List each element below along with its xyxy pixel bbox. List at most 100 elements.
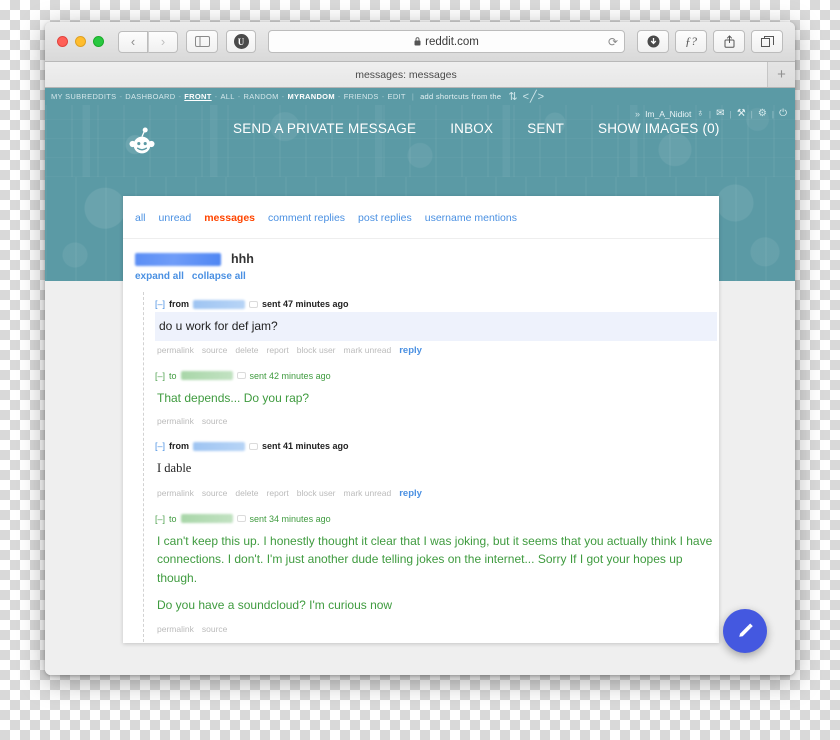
topnav-item-friends[interactable]: FRIENDS [344, 92, 379, 101]
reddit-top-nav: MY SUBREDDITS - DASHBOARD - FRONT - ALL … [45, 88, 795, 105]
action-delete[interactable]: delete [235, 488, 258, 499]
topnav-item-myrandom[interactable]: MYRANDOM [287, 92, 334, 101]
message-paragraph: do u work for def jam? [159, 319, 278, 333]
collapse-toggle[interactable]: [–] [155, 371, 165, 381]
message-paragraph: I can't keep this up. I honestly thought… [157, 533, 713, 585]
back-button[interactable]: ‹ [118, 30, 148, 53]
extension-button[interactable]: U [226, 30, 256, 53]
download-icon [647, 35, 659, 48]
minimize-window-button[interactable] [75, 36, 86, 47]
tab-overview-button[interactable] [751, 30, 783, 53]
url-label: reddit.com [425, 35, 479, 48]
topnav-pipe: | [411, 92, 415, 101]
topnav-sep: - [381, 92, 385, 101]
action-source[interactable]: source [202, 416, 228, 426]
forward-button[interactable]: › [148, 30, 178, 53]
action-mark-unread[interactable]: mark unread [344, 488, 392, 499]
action-source[interactable]: source [202, 624, 228, 634]
compose-message-fab[interactable] [723, 609, 767, 653]
message-body: I dable [155, 454, 719, 483]
address-bar[interactable]: reddit.com ⟳ [268, 30, 625, 53]
expand-all-link[interactable]: expand all [135, 271, 184, 282]
action-permalink[interactable]: permalink [157, 624, 194, 634]
message-item: [–] to sent 34 minutes ago I can't keep … [155, 507, 719, 642]
browser-tab[interactable]: messages: messages [45, 62, 767, 87]
url-text-group: reddit.com [414, 36, 479, 48]
reddit-snoo-logo-icon[interactable] [125, 127, 161, 155]
action-report[interactable]: report [267, 345, 289, 356]
topnav-item-random[interactable]: RANDOM [244, 92, 279, 101]
message-meta: [–] to sent 42 minutes ago [155, 367, 719, 384]
message-body: do u work for def jam? [155, 312, 717, 341]
topnav-sep: - [237, 92, 241, 101]
close-window-button[interactable] [57, 36, 68, 47]
action-reply[interactable]: reply [399, 345, 422, 356]
ublock-icon: U [233, 34, 249, 49]
action-permalink[interactable]: permalink [157, 488, 194, 499]
collapse-toggle[interactable]: [–] [155, 441, 165, 451]
topnav-item-edit[interactable]: EDIT [388, 92, 406, 101]
nav-sent[interactable]: SENT [527, 121, 564, 136]
reddit-main-nav: SEND A PRIVATE MESSAGE INBOX SENT SHOW I… [233, 121, 720, 136]
topnav-item-my-subreddits[interactable]: MY SUBREDDITS [51, 92, 116, 101]
action-reply[interactable]: reply [399, 488, 422, 499]
nav-send-private-message[interactable]: SEND A PRIVATE MESSAGE [233, 121, 416, 136]
nav-inbox[interactable]: INBOX [450, 121, 493, 136]
action-report[interactable]: report [267, 488, 289, 499]
message-item: [–] from sent 47 minutes ago do u work f… [155, 292, 719, 364]
share-button[interactable] [713, 30, 745, 53]
action-block-user[interactable]: block user [297, 488, 336, 499]
nav-buttons: ‹ › [118, 30, 178, 53]
topnav-item-dashboard[interactable]: DASHBOARD [125, 92, 175, 101]
tab-post-replies[interactable]: post replies [358, 212, 412, 224]
sidebar-toggle-button[interactable] [186, 30, 218, 53]
tab-unread[interactable]: unread [159, 212, 192, 224]
lock-icon [414, 37, 421, 46]
downloads-button[interactable] [637, 30, 669, 53]
tab-messages[interactable]: messages [204, 212, 255, 224]
collapse-toggle[interactable]: [–] [155, 514, 165, 524]
nav-show-images[interactable]: SHOW IMAGES (0) [598, 121, 720, 136]
message-meta: [–] from sent 41 minutes ago [155, 437, 719, 454]
username-label[interactable]: Im_A_Nidiot [645, 109, 691, 119]
thread-author-redacted [135, 252, 221, 266]
mail-icon[interactable]: ✉ [716, 108, 724, 119]
action-mark-unread[interactable]: mark unread [344, 345, 392, 356]
message-timestamp: sent 42 minutes ago [249, 370, 331, 381]
collapse-toggle[interactable]: [–] [155, 299, 165, 309]
zoom-window-button[interactable] [93, 36, 104, 47]
action-source[interactable]: source [202, 488, 228, 499]
tab-all[interactable]: all [135, 212, 146, 224]
message-list: [–] from sent 47 minutes ago do u work f… [143, 292, 719, 642]
user-badge-icon [236, 372, 246, 380]
userbar-divider: | [729, 108, 732, 119]
message-direction: from [169, 441, 190, 452]
traffic-lights [57, 36, 104, 47]
user-bar: » Im_A_Nidiot ♁ | ✉ | ⚒ | ⚙ | ⏻ [635, 108, 787, 119]
action-source[interactable]: source [202, 345, 228, 356]
reader-button[interactable]: ƒ? [675, 30, 707, 53]
collapse-all-link[interactable]: collapse all [192, 271, 246, 282]
tools-icon[interactable]: ⚒ [737, 108, 746, 119]
thread-subject: hhh [231, 252, 254, 266]
message-direction: from [169, 299, 190, 309]
message-meta: [–] to sent 34 minutes ago [155, 510, 719, 527]
action-delete[interactable]: delete [235, 345, 258, 356]
action-permalink[interactable]: permalink [157, 416, 194, 426]
topnav-sep: - [281, 92, 285, 101]
topnav-item-front[interactable]: FRONT [184, 92, 211, 101]
message-item: [–] to sent 42 minutes ago That depends.… [155, 364, 719, 435]
share-icon [724, 35, 734, 48]
reload-button[interactable]: ⟳ [608, 35, 618, 49]
power-icon[interactable]: ⏻ [779, 108, 787, 119]
gear-icon[interactable]: ⚙ [758, 108, 767, 119]
action-block-user[interactable]: block user [297, 345, 336, 356]
tab-username-mentions[interactable]: username mentions [425, 212, 517, 224]
new-tab-button[interactable]: + [767, 62, 795, 87]
trophy-icon[interactable]: ♁ [696, 108, 704, 119]
tab-comment-replies[interactable]: comment replies [268, 212, 345, 224]
message-actions: permalink source delete report block use… [155, 484, 719, 505]
topnav-item-all[interactable]: ALL [220, 92, 234, 101]
action-permalink[interactable]: permalink [157, 345, 194, 356]
sidebar-icon [194, 36, 210, 47]
